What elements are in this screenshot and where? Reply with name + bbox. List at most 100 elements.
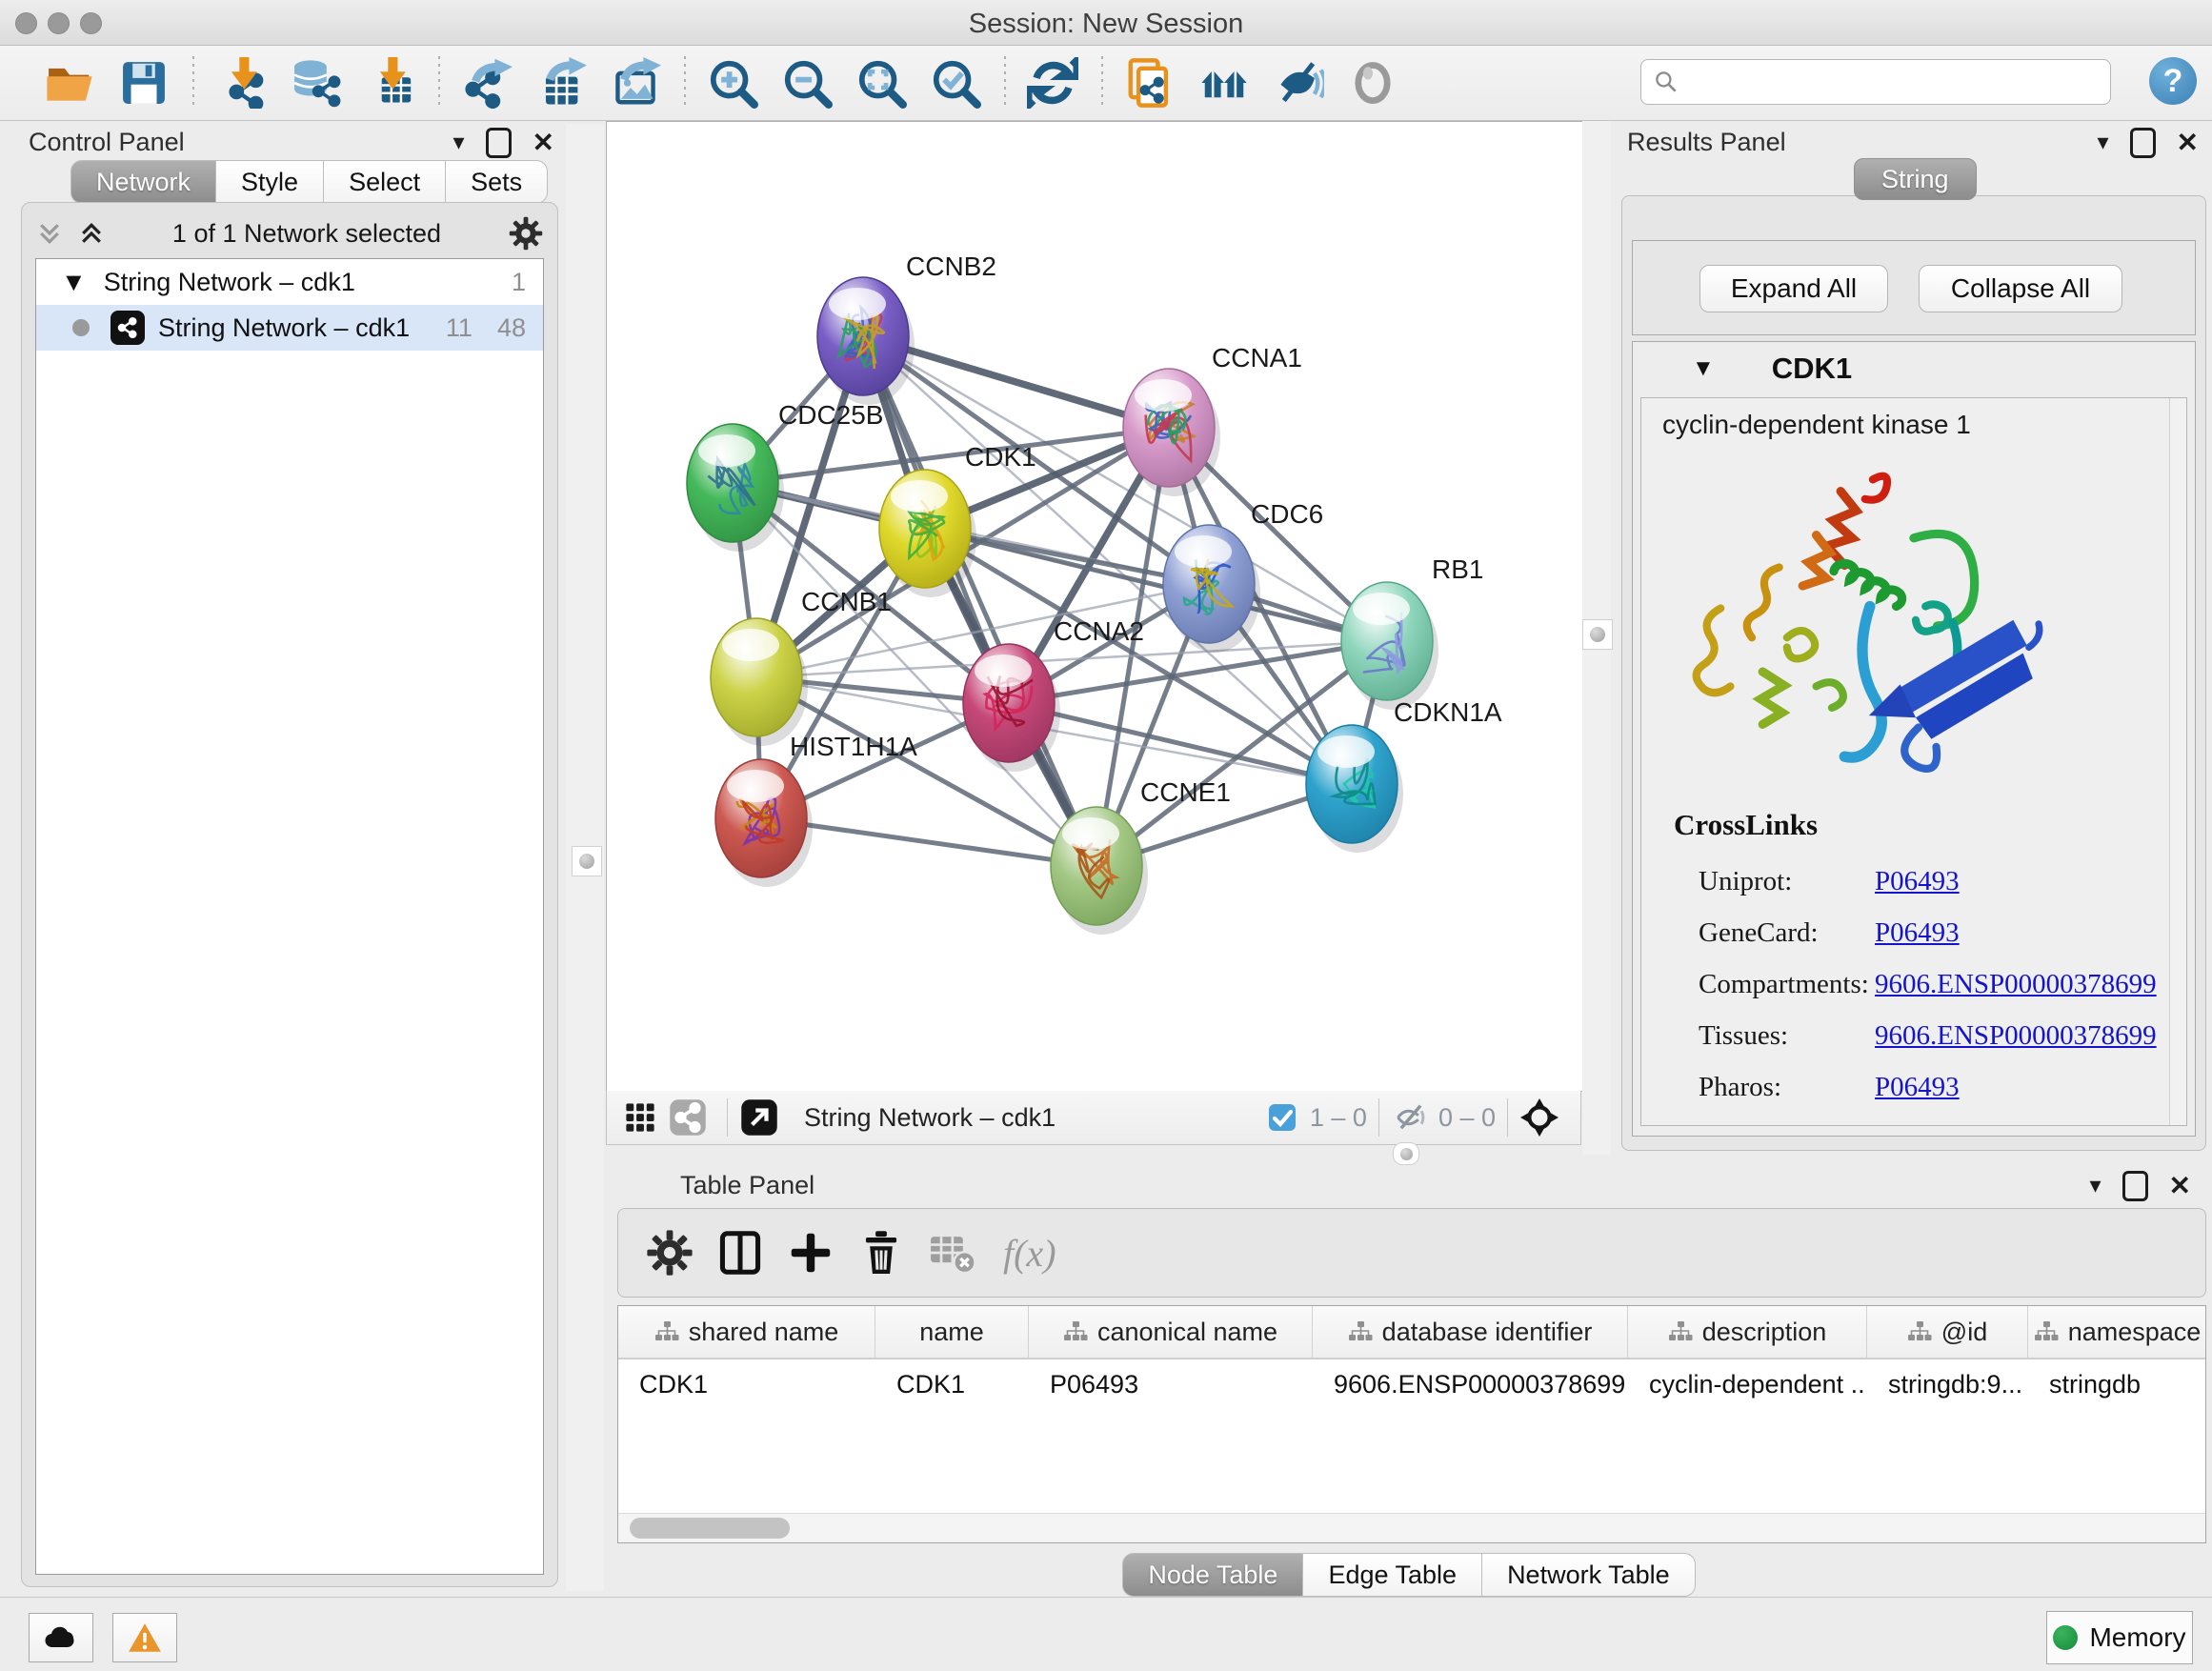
network-share-icon[interactable] [668,1097,708,1137]
network-row-selected[interactable]: String Network – cdk1 11 48 [36,305,543,351]
export-table-icon [535,57,587,109]
help-button[interactable]: ? [2149,57,2197,105]
float-panel-icon[interactable]: ▾ [452,129,464,156]
expand-all-button[interactable]: Expand All [1699,265,1888,312]
hidden-eye-slash-icon[interactable] [1391,1097,1431,1137]
close-table-icon[interactable]: ✕ [2169,1170,2191,1201]
node-label-RB1: RB1 [1432,554,1483,584]
search-box[interactable] [1640,59,2111,105]
export-table-button[interactable] [530,53,593,112]
toggle-graphics-details-icon [1273,57,1324,109]
crosslink-link[interactable]: P06493 [1875,917,1960,949]
add-column-icon[interactable] [782,1224,839,1281]
edge-CCNB2-CCNE1[interactable] [863,336,1096,866]
maximize-table-icon[interactable] [2122,1171,2148,1201]
table-hscrollbar[interactable] [618,1513,2205,1542]
node-HIST1H1A[interactable]: HIST1H1A [715,732,917,887]
expand-all-icon[interactable] [77,219,106,248]
tab-sets[interactable]: Sets [446,160,548,204]
import-network-from-file-button[interactable] [210,53,272,112]
right-splitter-handle[interactable] [1582,619,1613,650]
open-in-browser-icon[interactable] [739,1097,779,1137]
node-CCNB1[interactable]: CCNB1 [711,587,892,746]
delete-table-icon[interactable] [923,1224,980,1281]
tab-network[interactable]: Network [70,160,216,204]
table-hscrollbar-thumb[interactable] [630,1518,790,1539]
warnings-button[interactable] [112,1613,177,1662]
float-results-icon[interactable]: ▾ [2097,129,2108,156]
network-view[interactable]: CCNB2CCNA1CDC25BCDK1CDC6RB1CCNB1CCNA2CDK… [606,121,1583,1092]
zoom-in-button[interactable] [701,53,764,112]
home-views-button[interactable] [1193,53,1256,112]
node-CDKN1A[interactable]: CDKN1A [1306,697,1502,853]
memory-button[interactable]: Memory [2046,1611,2193,1664]
crosslink-link[interactable]: 9606.ENSP00000378699 [1875,969,2157,1000]
collection-collapse-icon[interactable]: ▼ [61,268,87,297]
zoom-selected-button[interactable] [924,53,987,112]
refresh-button[interactable] [1021,53,1084,112]
column-header-namespace[interactable]: namespace [2028,1306,2206,1358]
birds-eye-view-button[interactable] [1341,53,1404,112]
table-gear-icon[interactable] [641,1224,698,1281]
column-header-shared-name[interactable]: shared name [618,1306,875,1358]
toggle-graphics-details-button[interactable] [1267,53,1330,112]
column-header-description[interactable]: description [1628,1306,1867,1358]
collapse-all-button[interactable]: Collapse All [1919,265,2122,312]
selected-checkbox-icon[interactable] [1262,1097,1302,1137]
node-RB1[interactable]: RB1 [1341,554,1483,710]
export-network-button[interactable] [455,53,518,112]
share-session-button[interactable] [1118,53,1181,112]
network-options-gear-icon[interactable] [508,215,544,252]
maximize-results-icon[interactable] [2130,128,2156,158]
left-splitter-handle[interactable] [572,846,602,876]
column-header-database-identifier[interactable]: database identifier [1313,1306,1628,1358]
node-CCNE1[interactable]: CCNE1 [1051,777,1231,935]
crosslink-link[interactable]: P06493 [1875,1072,1960,1103]
split-columns-icon[interactable] [712,1224,769,1281]
results-buttons-box: Expand All Collapse All [1632,240,2196,335]
column-header-canonical-name[interactable]: canonical name [1029,1306,1313,1358]
close-results-icon[interactable]: ✕ [2177,127,2199,158]
tab-style[interactable]: Style [216,160,324,204]
search-input[interactable] [1689,67,2110,98]
fit-selected-crosshair-icon[interactable] [1519,1097,1559,1137]
float-table-icon[interactable]: ▾ [2089,1172,2101,1199]
save-button[interactable] [112,53,175,112]
network-graph[interactable]: CCNB2CCNA1CDC25BCDK1CDC6RB1CCNB1CCNA2CDK… [607,122,1582,1091]
network-collection-row[interactable]: ▼ String Network – cdk1 1 [36,259,543,305]
table-row[interactable]: CDK1CDK1P064939606.ENSP00000378699cyclin… [618,1359,2205,1409]
tab-edge-table[interactable]: Edge Table [1303,1553,1482,1597]
share-session-icon [1124,57,1176,109]
import-table-from-file-button[interactable] [358,53,421,112]
delete-column-trash-icon[interactable] [853,1224,910,1281]
tab-network-table[interactable]: Network Table [1482,1553,1696,1597]
results-scrollbar[interactable] [2169,398,2186,1125]
node-label-CDC25B: CDC25B [778,400,883,430]
gene-collapse-icon[interactable]: ▼ [1692,355,1715,382]
tab-select[interactable]: Select [324,160,446,204]
column-header-name[interactable]: name [875,1306,1029,1358]
grid-view-icon[interactable] [620,1097,660,1137]
zoom-out-button[interactable] [775,53,838,112]
control-panel-title: Control Panel [29,128,185,157]
tab-node-table[interactable]: Node Table [1122,1553,1303,1597]
tab-string[interactable]: String [1854,158,1977,200]
node-table[interactable]: shared namenamecanonical namedatabase id… [617,1305,2206,1543]
collection-count: 1 [512,268,526,297]
node-CDC6[interactable]: CDC6 [1163,499,1323,653]
maximize-panel-icon[interactable] [486,128,512,158]
function-builder-button[interactable]: f(x) [1003,1231,1056,1276]
node-CCNB2[interactable]: CCNB2 [817,252,996,405]
column-header-@id[interactable]: @id [1867,1306,2028,1358]
crosslink-link[interactable]: 9606.ENSP00000378699 [1875,1020,2157,1052]
collapse-all-icon[interactable] [35,219,64,248]
import-network-from-database-button[interactable] [284,53,347,112]
close-panel-icon[interactable]: ✕ [533,127,554,158]
cloud-button[interactable] [29,1613,93,1662]
table-cell: P06493 [1029,1370,1313,1399]
export-image-button[interactable] [604,53,667,112]
crosslink-link[interactable]: P06493 [1875,866,1960,897]
zoom-fit-content-button[interactable] [850,53,913,112]
table-cell: stringdb [2028,1370,2206,1399]
open-folder-button[interactable] [38,53,101,112]
